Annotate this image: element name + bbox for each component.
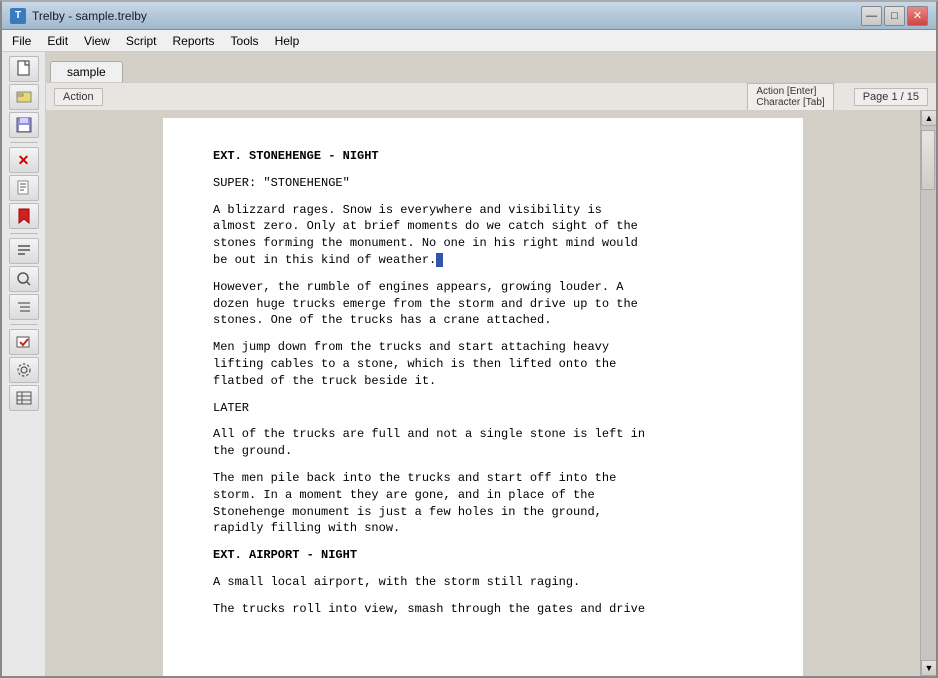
window-controls: — □ ✕ — [861, 6, 928, 26]
outline-button[interactable] — [9, 294, 39, 320]
script-line-10: A small local airport, with the storm st… — [213, 574, 753, 591]
tab-bar: sample — [46, 52, 936, 82]
script-line-7: All of the trucks are full and not a sin… — [213, 426, 753, 460]
bookmark-button[interactable] — [9, 203, 39, 229]
scroll-down-button[interactable]: ▼ — [921, 660, 936, 676]
menu-edit[interactable]: Edit — [39, 32, 76, 50]
title-bar: T Trelby - sample.trelby — □ ✕ — [2, 2, 936, 30]
window-title: Trelby - sample.trelby — [32, 9, 861, 23]
app-icon: T — [10, 8, 26, 24]
script-line-4: However, the rumble of engines appears, … — [213, 279, 753, 329]
toolbar: ✕ — [2, 52, 46, 676]
scene-list-button[interactable] — [9, 238, 39, 264]
status-right: Action [Enter] Character [Tab] Page 1 / … — [747, 83, 928, 111]
new-button[interactable] — [9, 56, 39, 82]
vertical-scrollbar[interactable]: ▲ ▼ — [920, 110, 936, 676]
main-area: ✕ — [2, 52, 936, 676]
maximize-button[interactable]: □ — [884, 6, 905, 26]
delete-button[interactable]: ✕ — [9, 147, 39, 173]
script-container: EXT. STONEHENGE - NIGHT SUPER: "STONEHEN… — [46, 110, 936, 676]
menu-reports[interactable]: Reports — [165, 32, 223, 50]
scroll-track[interactable] — [921, 126, 936, 660]
menu-script[interactable]: Script — [118, 32, 165, 50]
menu-tools[interactable]: Tools — [223, 32, 267, 50]
script-line-5: Men jump down from the trucks and start … — [213, 339, 753, 389]
format-button[interactable] — [9, 175, 39, 201]
scroll-up-button[interactable]: ▲ — [921, 110, 936, 126]
page-number-label: Page 1 / 15 — [854, 88, 928, 106]
script-page-wrapper[interactable]: EXT. STONEHENGE - NIGHT SUPER: "STONEHEN… — [46, 110, 920, 676]
tab-sample[interactable]: sample — [50, 61, 123, 82]
element-status-bar: Action Action [Enter] Character [Tab] Pa… — [46, 82, 936, 110]
search-button[interactable] — [9, 266, 39, 292]
window-frame: T Trelby - sample.trelby — □ ✕ File Edit… — [0, 0, 938, 678]
menu-view[interactable]: View — [76, 32, 118, 50]
close-button[interactable]: ✕ — [907, 6, 928, 26]
menu-help[interactable]: Help — [267, 32, 308, 50]
script-line-2: SUPER: "STONEHENGE" — [213, 175, 753, 192]
text-cursor — [436, 253, 443, 267]
scroll-thumb[interactable] — [921, 130, 935, 190]
script-line-6: LATER — [213, 400, 753, 417]
script-page: EXT. STONEHENGE - NIGHT SUPER: "STONEHEN… — [163, 118, 803, 676]
minimize-button[interactable]: — — [861, 6, 882, 26]
open-button[interactable] — [9, 84, 39, 110]
menu-file[interactable]: File — [4, 32, 39, 50]
spellcheck-button[interactable] — [9, 329, 39, 355]
separator-1 — [10, 142, 38, 143]
separator-3 — [10, 324, 38, 325]
script-line-9: EXT. AIRPORT - NIGHT — [213, 547, 753, 564]
menu-bar: File Edit View Script Reports Tools Help — [2, 30, 936, 52]
data-button[interactable] — [9, 385, 39, 411]
save-button[interactable] — [9, 112, 39, 138]
content-area: sample Action Action [Enter] Character [… — [46, 52, 936, 676]
element-hint-label: Action [Enter] Character [Tab] — [747, 83, 833, 111]
separator-2 — [10, 233, 38, 234]
script-line-8: The men pile back into the trucks and st… — [213, 470, 753, 537]
script-line-3: A blizzard rages. Snow is everywhere and… — [213, 202, 753, 269]
element-type-label: Action — [54, 88, 103, 106]
settings-button[interactable] — [9, 357, 39, 383]
script-line-11: The trucks roll into view, smash through… — [213, 601, 753, 618]
status-left: Action — [54, 88, 103, 106]
script-line-1: EXT. STONEHENGE - NIGHT — [213, 148, 753, 165]
